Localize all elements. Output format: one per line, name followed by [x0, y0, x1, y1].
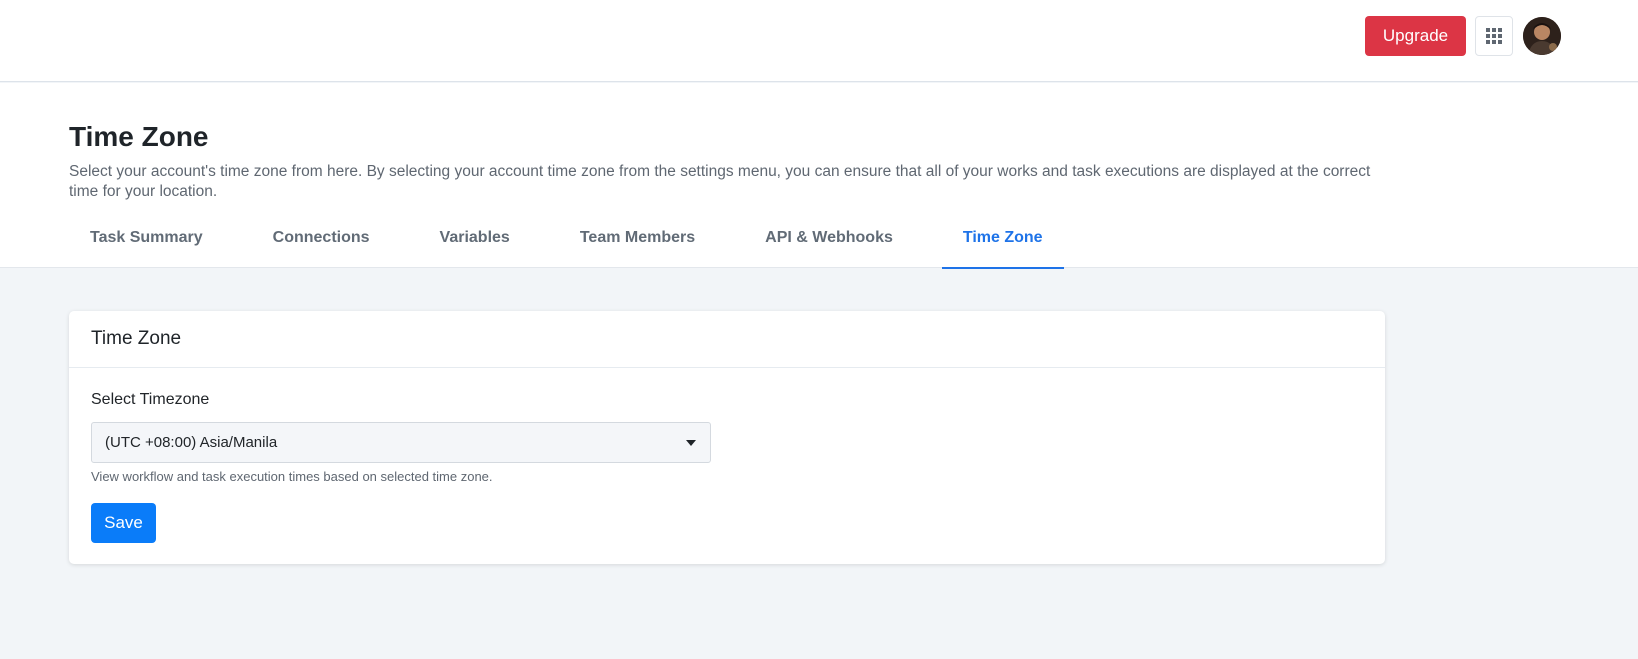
top-bar: Upgrade	[0, 0, 1638, 82]
page-description: Select your account's time zone from her…	[69, 163, 1371, 200]
chevron-down-icon	[686, 440, 696, 446]
timezone-select-value: (UTC +08:00) Asia/Manila	[105, 434, 278, 451]
tab-api-webhooks[interactable]: API & Webhooks	[744, 213, 914, 268]
timezone-help-text: View workflow and task execution times b…	[91, 469, 493, 484]
apps-menu-button[interactable]	[1475, 16, 1513, 56]
timezone-select[interactable]: (UTC +08:00) Asia/Manila	[91, 422, 711, 463]
upgrade-button[interactable]: Upgrade	[1365, 16, 1466, 56]
timezone-card: Time Zone Select Timezone (UTC +08:00) A…	[69, 311, 1385, 564]
tab-time-zone[interactable]: Time Zone	[941, 213, 1064, 269]
avatar[interactable]	[1523, 17, 1561, 55]
grid-icon	[1486, 28, 1502, 44]
page-title: Time Zone	[69, 121, 209, 152]
page-header: Time Zone Select your account's time zon…	[0, 83, 1638, 269]
save-button[interactable]: Save	[91, 503, 156, 543]
tab-task-summary[interactable]: Task Summary	[69, 213, 224, 268]
user-avatar-icon	[1523, 17, 1561, 55]
tab-variables[interactable]: Variables	[419, 213, 531, 268]
timezone-label: Select Timezone	[91, 391, 210, 408]
card-title: Time Zone	[69, 311, 1385, 368]
tab-team-members[interactable]: Team Members	[559, 213, 716, 268]
tab-connections[interactable]: Connections	[252, 213, 391, 268]
settings-tabs: Task Summary Connections Variables Team …	[69, 213, 1092, 269]
